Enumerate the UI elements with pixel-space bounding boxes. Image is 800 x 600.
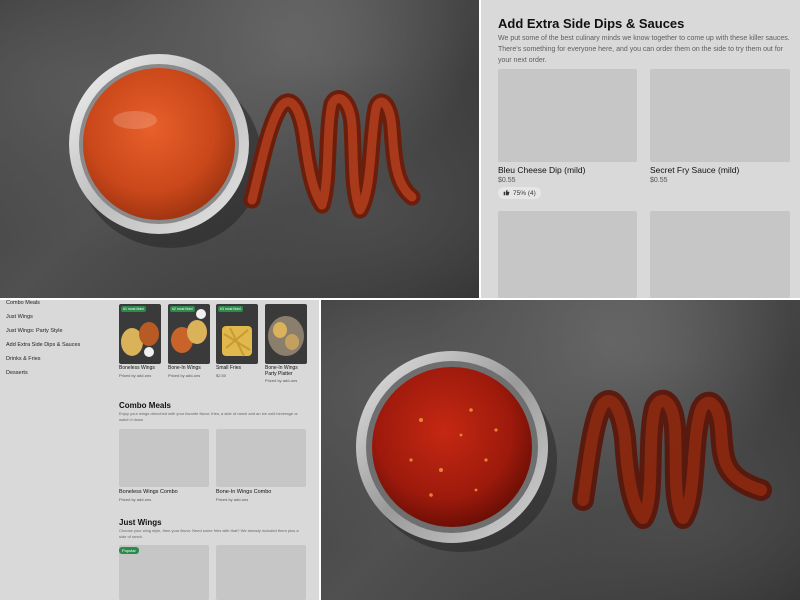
rank-badge: #2 most liked bbox=[170, 306, 195, 312]
category-just-wings[interactable]: Just Wings bbox=[6, 314, 33, 320]
sweet-chili-sauce-photo bbox=[321, 300, 800, 600]
section-description: We put some of the best culinary minds w… bbox=[498, 35, 790, 64]
item-name[interactable]: Small Fries bbox=[216, 365, 260, 371]
category-just-wings-party[interactable]: Just Wings: Party Style bbox=[6, 328, 63, 334]
item-name[interactable]: Bone-In Wings bbox=[168, 365, 212, 371]
bone-in-wings-combo-image[interactable] bbox=[216, 429, 306, 487]
item-price: Priced by add-ons bbox=[265, 378, 298, 383]
bleu-cheese-dip-image[interactable] bbox=[498, 69, 637, 162]
combo-meals-heading: Combo Meals bbox=[119, 401, 172, 410]
thumbs-up-icon bbox=[503, 189, 510, 198]
item-price: $2.50 bbox=[216, 373, 227, 378]
item-price: Priced by add-ons bbox=[119, 373, 152, 378]
sweet-chili-sauce-pool bbox=[372, 367, 532, 527]
section-title: Add Extra Side Dips & Sauces bbox=[498, 16, 685, 31]
sauce-highlight bbox=[113, 111, 157, 129]
category-dips-sauces[interactable]: Add Extra Side Dips & Sauces bbox=[6, 342, 80, 348]
rank-badge: #1 most liked bbox=[121, 306, 146, 312]
boneless-wings-image[interactable]: #1 most liked bbox=[119, 304, 161, 364]
rating-value: 75% (4) bbox=[513, 189, 536, 197]
product-image-placeholder[interactable] bbox=[498, 211, 637, 298]
just-wings-description: Choose your wing style, then your flavor… bbox=[119, 528, 299, 539]
category-desserts[interactable]: Desserts bbox=[6, 370, 28, 376]
product-price: $0.55 bbox=[650, 177, 668, 184]
party-platter-image[interactable] bbox=[265, 304, 307, 364]
small-fries-image[interactable]: #3 most liked bbox=[216, 304, 258, 364]
bone-in-wings-image[interactable]: #2 most liked bbox=[168, 304, 210, 364]
rating-badge: 75% (4) bbox=[498, 187, 541, 199]
product-name[interactable]: Bleu Cheese Dip (mild) bbox=[498, 165, 585, 175]
product-image-placeholder[interactable] bbox=[650, 211, 790, 298]
dips-sauces-panel: Add Extra Side Dips & Sauces We put some… bbox=[481, 0, 800, 298]
buffalo-sauce-illustration bbox=[69, 54, 421, 248]
category-combo-meals[interactable]: Combo Meals bbox=[6, 300, 40, 306]
item-price: Priced by add-ons bbox=[119, 497, 152, 502]
item-price: Priced by add-ons bbox=[168, 373, 201, 378]
rank-badge: #3 most liked bbox=[218, 306, 243, 312]
item-name[interactable]: Bone-In Wings Party Platter bbox=[265, 365, 309, 377]
item-price: Priced by add-ons bbox=[216, 497, 249, 502]
combo-meals-description: Enjoy your wings drenched with your favo… bbox=[119, 411, 298, 422]
buffalo-sauce-pool bbox=[83, 68, 235, 220]
sweet-chili-sauce-illustration bbox=[356, 351, 772, 552]
product-image-placeholder[interactable] bbox=[216, 545, 306, 600]
popular-badge: Popular bbox=[119, 547, 139, 554]
product-price: $0.55 bbox=[498, 177, 516, 184]
item-name[interactable]: Bone-In Wings Combo bbox=[216, 489, 271, 495]
category-drinks-fries[interactable]: Drinks & Fries bbox=[6, 356, 41, 362]
product-name[interactable]: Secret Fry Sauce (mild) bbox=[650, 165, 739, 175]
secret-fry-sauce-image[interactable] bbox=[650, 69, 790, 162]
boneless-wings-combo-image[interactable] bbox=[119, 429, 209, 487]
item-name[interactable]: Boneless Wings Combo bbox=[119, 489, 178, 495]
just-wings-heading: Just Wings bbox=[119, 518, 162, 527]
buffalo-sauce-photo bbox=[0, 0, 479, 298]
menu-overview-panel: Combo Meals Just Wings Just Wings: Party… bbox=[0, 300, 319, 600]
item-name[interactable]: Boneless Wings bbox=[119, 365, 163, 371]
